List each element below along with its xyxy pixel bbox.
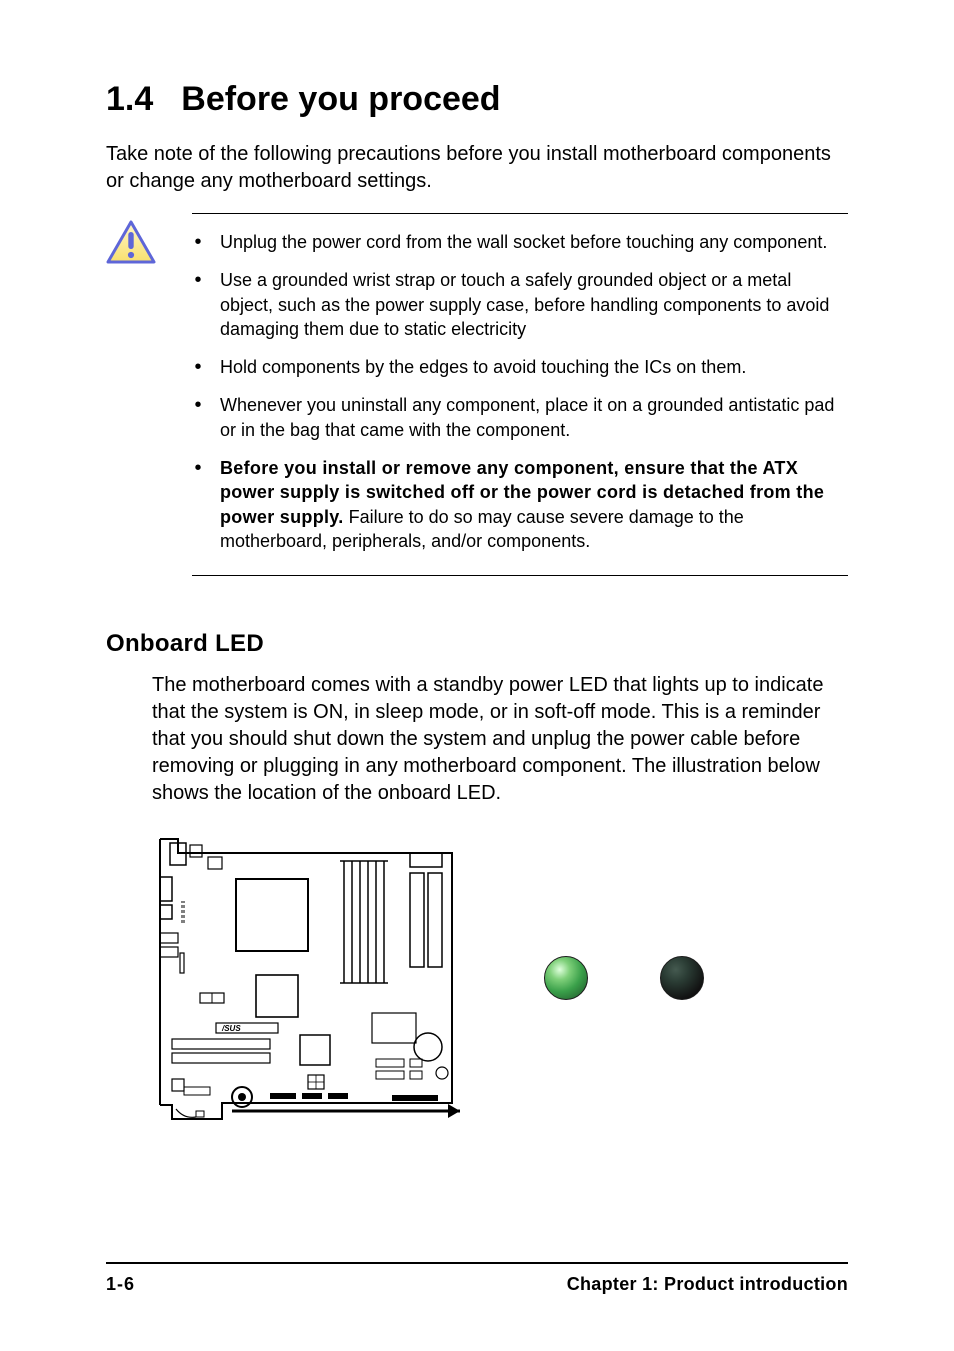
document-page: 1.4 Before you proceed Take note of the … (0, 0, 954, 1351)
motherboard-diagram: /SUS (152, 833, 472, 1123)
list-item: • Use a grounded wrist strap or touch a … (194, 262, 846, 349)
list-item-text: Use a grounded wrist strap or touch a sa… (220, 268, 846, 341)
precautions-list: • Unplug the power cord from the wall so… (194, 224, 846, 561)
bullet-icon: • (194, 393, 202, 442)
list-item: • Unplug the power cord from the wall so… (194, 224, 846, 262)
subsection-title: Onboard LED (106, 630, 848, 658)
heading-title: Before you proceed (181, 80, 500, 119)
list-item-text: Hold components by the edges to avoid to… (220, 355, 846, 379)
bullet-icon: • (194, 456, 202, 553)
led-off-indicator-icon (660, 956, 704, 1000)
intro-paragraph: Take note of the following precautions b… (106, 141, 848, 195)
figure-row: /SUS (152, 833, 848, 1123)
heading-number: 1.4 (106, 80, 153, 119)
subsection-body: The motherboard comes with a standby pow… (152, 672, 848, 807)
list-item-text: Unplug the power cord from the wall sock… (220, 230, 846, 254)
list-item: • Before you install or remove any compo… (194, 450, 846, 561)
list-item: • Whenever you uninstall any component, … (194, 387, 846, 450)
caution-icon (106, 220, 156, 264)
svg-text:/SUS: /SUS (221, 1024, 241, 1033)
page-number: 1-6 (106, 1274, 135, 1295)
led-on-indicator-icon (544, 956, 588, 1000)
list-item-text: Before you install or remove any compone… (220, 456, 846, 553)
bullet-icon: • (194, 230, 202, 254)
chapter-title: Chapter 1: Product introduction (567, 1274, 848, 1295)
bullet-icon: • (194, 268, 202, 341)
list-item-text: Whenever you uninstall any component, pl… (220, 393, 846, 442)
list-item: • Hold components by the edges to avoid … (194, 349, 846, 387)
caution-note-block: • Unplug the power cord from the wall so… (192, 213, 848, 576)
page-footer: 1-6 Chapter 1: Product introduction (106, 1262, 848, 1295)
section-heading-row: 1.4 Before you proceed (106, 80, 848, 119)
bullet-icon: • (194, 355, 202, 379)
